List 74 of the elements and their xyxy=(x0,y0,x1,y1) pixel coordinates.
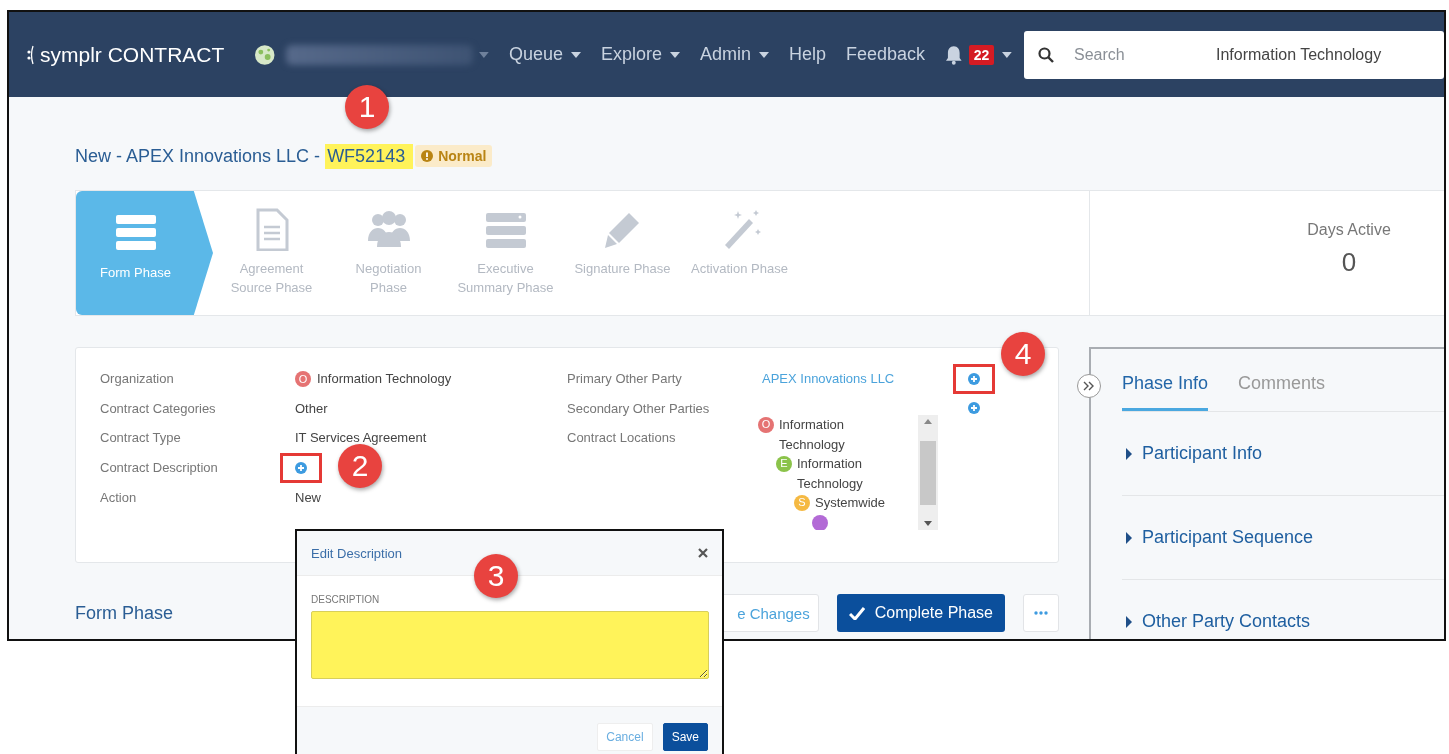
server-icon xyxy=(485,213,526,248)
priority-badge: Normal xyxy=(415,145,493,167)
days-active-value: 0 xyxy=(1341,247,1357,278)
location-name[interactable]: Information Technology xyxy=(797,454,877,494)
add-button[interactable] xyxy=(280,452,322,483)
caret-icon xyxy=(1002,51,1012,58)
field-label: Primary Other Party xyxy=(567,371,683,387)
caret-icon xyxy=(1126,531,1132,544)
location-badge: E xyxy=(776,456,792,473)
people-icon xyxy=(367,211,410,247)
caret-icon xyxy=(479,51,489,58)
search-scope[interactable]: Information Technology xyxy=(1216,45,1382,64)
field-label: Contract Categories xyxy=(100,400,217,416)
caret-icon xyxy=(570,51,581,58)
collapse-button[interactable] xyxy=(1077,374,1101,398)
field-label: Contract Description xyxy=(100,460,219,476)
field-value: IT Services Agreement xyxy=(295,430,428,446)
add-button[interactable] xyxy=(953,363,995,394)
caret-icon xyxy=(759,51,769,58)
magic-wand-icon xyxy=(724,210,761,249)
nav-menu[interactable]: Help xyxy=(789,44,827,65)
logo[interactable]: symplr CONTRACT xyxy=(26,42,225,67)
nav-menu[interactable]: Explore xyxy=(600,44,680,65)
globe-icon[interactable] xyxy=(254,43,276,66)
description-field[interactable] xyxy=(311,611,709,679)
scroll-down-icon[interactable] xyxy=(924,521,932,527)
panel-section[interactable]: Other Party Contacts xyxy=(1122,580,1444,639)
search-bar[interactable]: Search Information Technology xyxy=(1024,30,1444,79)
caret-icon xyxy=(669,51,680,58)
workflow-id: WF52143 xyxy=(325,143,414,169)
panel-tab[interactable]: Phase Info xyxy=(1122,373,1209,411)
field-label: Contract Locations xyxy=(567,430,677,446)
field-label: Contract Type xyxy=(100,430,182,446)
field-label: Organization xyxy=(100,371,175,387)
nav-menu[interactable]: Queue xyxy=(508,44,581,65)
field-value: Other xyxy=(295,400,329,416)
caret-icon xyxy=(1126,615,1132,628)
field-value: New xyxy=(295,489,322,505)
page-title: New - APEX Innovations LLC - xyxy=(75,145,322,167)
days-active-label: Days Active xyxy=(1307,221,1391,239)
more-icon xyxy=(1034,611,1048,615)
section-title: Form Phase xyxy=(75,602,175,624)
scrollbar[interactable] xyxy=(918,415,938,531)
location-badge: S xyxy=(794,495,810,512)
scroll-up-icon[interactable] xyxy=(924,419,932,425)
field-label: Action xyxy=(100,489,138,505)
location-badge: O xyxy=(758,417,774,434)
close-button[interactable] xyxy=(696,546,710,560)
caret-icon xyxy=(1126,447,1132,460)
org-badge: O xyxy=(295,370,311,387)
field-label: Secondary Other Parties xyxy=(567,400,711,416)
pencil-icon xyxy=(604,213,639,248)
document-icon xyxy=(256,208,288,251)
location-name[interactable]: Systemwide xyxy=(815,493,886,513)
check-icon xyxy=(848,606,865,620)
notification-badge: 22 xyxy=(968,44,995,65)
complete-phase-button[interactable]: Complete Phase xyxy=(836,594,1005,632)
nav-menu[interactable]: Admin xyxy=(699,44,769,65)
plus-icon xyxy=(968,372,980,385)
chevrons-icon xyxy=(1083,381,1095,391)
panel-section[interactable]: Participant Info xyxy=(1122,412,1444,496)
bell-icon[interactable] xyxy=(945,44,963,65)
search-field[interactable]: Search xyxy=(1072,44,1196,65)
save-button[interactable]: Save xyxy=(662,723,708,751)
dialog-title: Edit Description xyxy=(311,545,403,561)
panel-section[interactable]: Participant Sequence xyxy=(1122,496,1444,580)
location-name[interactable]: Information Technology xyxy=(779,415,859,455)
field-label: DESCRIPTION xyxy=(311,594,381,605)
plus-icon xyxy=(968,402,980,415)
search-icon xyxy=(1038,46,1054,63)
plus-icon xyxy=(295,461,307,474)
nav-menu[interactable]: Feedback xyxy=(846,44,926,65)
server-icon xyxy=(115,215,156,250)
field-value: Information Technology xyxy=(317,371,452,387)
